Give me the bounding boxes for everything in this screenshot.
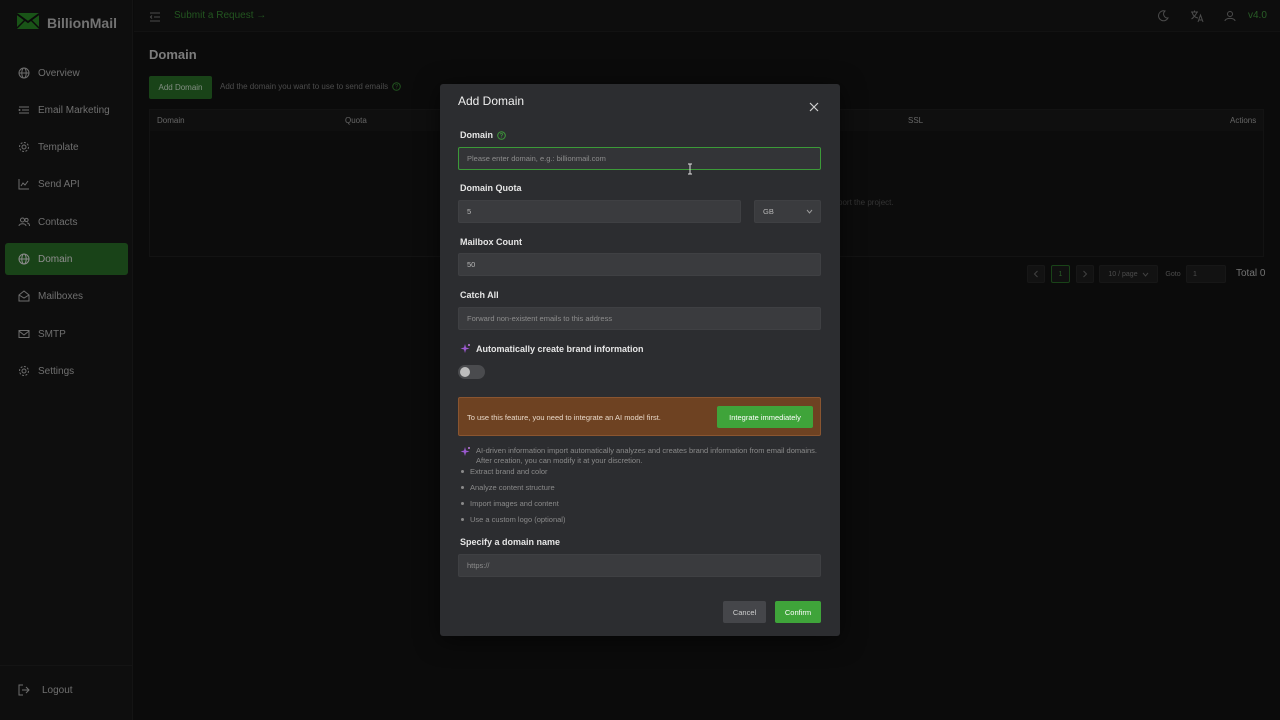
mailbox-count-label: Mailbox Count xyxy=(460,237,522,247)
ai-warning-banner: To use this feature, you need to integra… xyxy=(458,397,821,436)
bullet-dot xyxy=(461,502,464,505)
catch-all-label: Catch All xyxy=(460,290,499,300)
specify-domain-input[interactable] xyxy=(458,554,821,577)
feature-item: Analyze content structure xyxy=(461,483,555,492)
quota-unit-value: GB xyxy=(763,207,774,216)
bullet-dot xyxy=(461,470,464,473)
domain-quota-input[interactable] xyxy=(458,200,741,223)
add-domain-modal: Add Domain Domain ? Domain Quota GB Mail… xyxy=(440,84,840,636)
catch-all-input[interactable] xyxy=(458,307,821,330)
feature-text: Analyze content structure xyxy=(470,483,555,492)
ai-brand-row: Automatically create brand information xyxy=(460,343,644,354)
svg-text:?: ? xyxy=(500,133,504,139)
sparkle-icon xyxy=(460,447,470,456)
cancel-button[interactable]: Cancel xyxy=(723,601,766,623)
bullet-dot xyxy=(461,518,464,521)
domain-quota-label: Domain Quota xyxy=(460,183,522,193)
ai-brand-label: Automatically create brand information xyxy=(476,343,644,354)
confirm-button[interactable]: Confirm xyxy=(775,601,821,623)
feature-text: Use a custom logo (optional) xyxy=(470,515,566,524)
specify-domain-label: Specify a domain name xyxy=(460,537,561,547)
help-icon[interactable]: ? xyxy=(497,130,506,140)
feature-text: Import images and content xyxy=(470,499,559,508)
feature-item: Extract brand and color xyxy=(461,467,548,476)
close-icon[interactable] xyxy=(809,99,819,117)
quota-unit-select[interactable]: GB xyxy=(754,200,821,223)
feature-text: Extract brand and color xyxy=(470,467,548,476)
ai-brand-toggle[interactable] xyxy=(458,365,485,379)
bullet-dot xyxy=(461,486,464,489)
sparkle-icon xyxy=(460,344,470,353)
ai-description-text: AI-driven information import automatical… xyxy=(476,446,817,465)
ai-description: AI-driven information import automatical… xyxy=(460,446,820,465)
integrate-immediately-button[interactable]: Integrate immediately xyxy=(717,406,813,428)
feature-item: Import images and content xyxy=(461,499,559,508)
text-cursor-icon xyxy=(687,162,693,180)
toggle-knob xyxy=(460,367,470,377)
mailbox-count-input[interactable] xyxy=(458,253,821,276)
feature-item: Use a custom logo (optional) xyxy=(461,515,565,524)
modal-title: Add Domain xyxy=(458,94,525,108)
domain-input[interactable] xyxy=(458,147,821,170)
domain-label: Domain ? xyxy=(460,130,506,140)
chevron-down-icon xyxy=(806,209,813,214)
domain-label-text: Domain xyxy=(460,130,494,140)
warning-text: To use this feature, you need to integra… xyxy=(467,413,661,422)
